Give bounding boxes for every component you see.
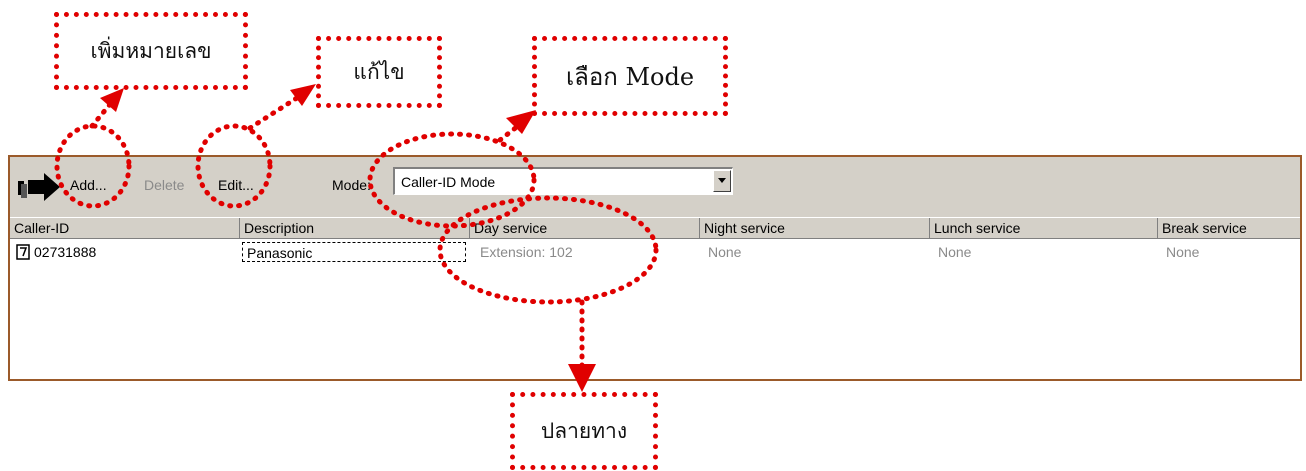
delete-button[interactable]: Delete [144, 177, 184, 193]
arrow-head-edit [290, 84, 316, 106]
table-row[interactable]: 02731888 Panasonic Extension: 102 None N… [10, 241, 1300, 265]
annotation-select-mode: เลือก Mode [532, 36, 728, 116]
column-header-break-service[interactable]: Break service [1158, 218, 1304, 238]
mode-select-value: Caller-ID Mode [401, 174, 496, 190]
column-header-description[interactable]: Description [240, 218, 470, 238]
column-header-caller-id[interactable]: Caller-ID [10, 218, 240, 238]
arrow-line-edit [247, 93, 303, 131]
annotation-edit: แก้ไข [316, 36, 442, 108]
phone-book-icon [16, 244, 30, 260]
mode-label: Mode: [332, 177, 371, 193]
cell-lunch-service: None [938, 244, 972, 260]
cell-break-service: None [1166, 244, 1200, 260]
edit-button[interactable]: Edit... [218, 177, 254, 193]
add-button[interactable]: Add... [70, 177, 107, 193]
annotation-select-mode-text: เลือก Mode [565, 62, 695, 91]
annotation-edit-text: แก้ไข [353, 59, 405, 84]
table-header: Caller-ID Description Day service Night … [10, 217, 1300, 239]
column-header-lunch-service[interactable]: Lunch service [930, 218, 1158, 238]
cell-day-service: Extension: 102 [480, 244, 573, 260]
annotation-add-number: เพิ่มหมายเลข [54, 12, 248, 90]
annotation-destination: ปลายทาง [510, 392, 658, 470]
column-header-night-service[interactable]: Night service [700, 218, 930, 238]
column-header-day-service[interactable]: Day service [470, 218, 700, 238]
arrow-head-add [100, 88, 124, 112]
cell-caller-id: 02731888 [34, 244, 97, 260]
mode-dropdown-button[interactable] [713, 170, 731, 192]
arrow-line-add [89, 99, 115, 129]
arrow-right-icon [18, 173, 60, 201]
cell-night-service: None [708, 244, 742, 260]
caller-id-window: Add... Delete Edit... Mode: Caller-ID Mo… [8, 155, 1302, 381]
annotation-add-number-text: เพิ่มหมายเลข [90, 38, 212, 63]
toolbar: Add... Delete Edit... Mode: Caller-ID Mo… [10, 157, 1300, 217]
mode-select[interactable]: Caller-ID Mode [393, 167, 733, 195]
cell-description[interactable]: Panasonic [242, 242, 466, 262]
chevron-down-icon [718, 178, 726, 183]
annotation-destination-text: ปลายทาง [540, 418, 628, 443]
arrow-line-mode [497, 123, 521, 143]
